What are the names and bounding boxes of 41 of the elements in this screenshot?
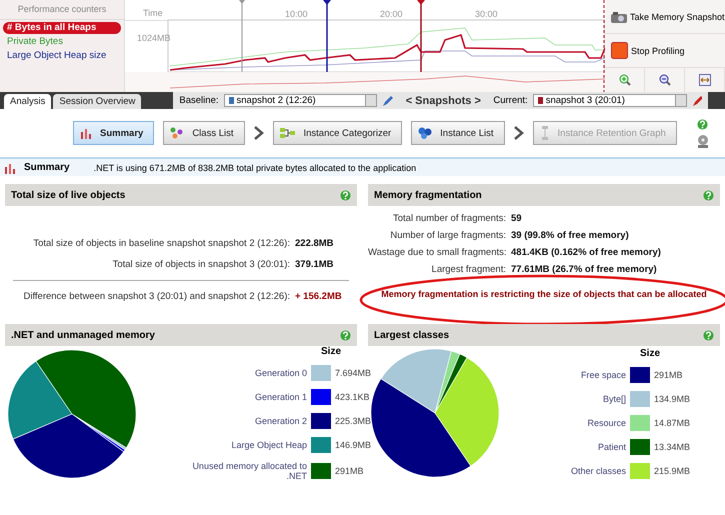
legend-value: 7.694MB	[335, 368, 372, 378]
size-heading: Size	[640, 348, 662, 358]
size-heading: Size	[321, 346, 342, 357]
panel-title: Memory fragmentation	[374, 190, 482, 200]
stat-label: Largest fragment:	[430, 264, 506, 275]
legend-value: 423.1KB	[335, 392, 371, 402]
panel-title: Total size of live objects	[11, 190, 126, 200]
legend-value: 215.9MB	[654, 466, 690, 476]
legend-value: 291MB	[335, 466, 365, 476]
stat-label: Number of large fragments:	[389, 230, 506, 241]
stat-value: 222.8MB	[295, 238, 335, 249]
stat-value: 481.4KB (0.162% of free memory)	[511, 247, 662, 258]
stat-label: Total size of objects in snapshot 3 (20:01):	[112, 259, 290, 270]
axis-value: 1024MB	[137, 33, 171, 43]
legend-value: 14.87MB	[654, 418, 690, 428]
current-label: Current:	[493, 95, 528, 106]
legend-value: 225.3MB	[335, 416, 372, 426]
time-tick: 10:00	[285, 9, 308, 19]
time-tick: 30:00	[475, 9, 498, 19]
baseline-label: Baseline:	[179, 95, 218, 106]
stat-label: Total size of objects in baseline snapshot snapshot 2 (12:26):	[32, 238, 290, 249]
stat-value: 39 (99.8% of free memory)	[511, 230, 630, 241]
stat-label: Wastage due to small fragments:	[368, 247, 506, 258]
legend-value: 134.9MB	[654, 394, 690, 404]
panel-title: Largest classes	[374, 330, 450, 340]
legend-value: 146.9MB	[335, 440, 372, 450]
stat-value: 59	[511, 213, 523, 224]
axis-label: Time	[143, 8, 163, 18]
stat-value: 77.61MB (26.7% of free memory)	[511, 264, 658, 275]
counters-title: Performance counters	[0, 4, 124, 20]
summary-message: .NET is using 671.2MB of 838.2MB total private bytes allocated to the application	[94, 162, 416, 172]
stat-label: Difference between snapshot 3 (20:01) and snapshot 2 (12:26):	[22, 291, 290, 302]
warning-message: Memory fragmentation is restricting the size of objects that can be allocated	[380, 289, 708, 299]
stat-value: 379.1MB	[295, 259, 335, 270]
summary-title: Summary	[24, 162, 70, 173]
panel-title: .NET and unmanaged memory	[11, 330, 155, 340]
stat-value: + 156.2MB	[295, 291, 343, 302]
legend-value: 13.34MB	[654, 442, 690, 452]
time-tick: 20:00	[380, 9, 403, 19]
legend-value: 291MB	[654, 370, 684, 380]
stat-label: Total number of fragments:	[392, 213, 506, 224]
